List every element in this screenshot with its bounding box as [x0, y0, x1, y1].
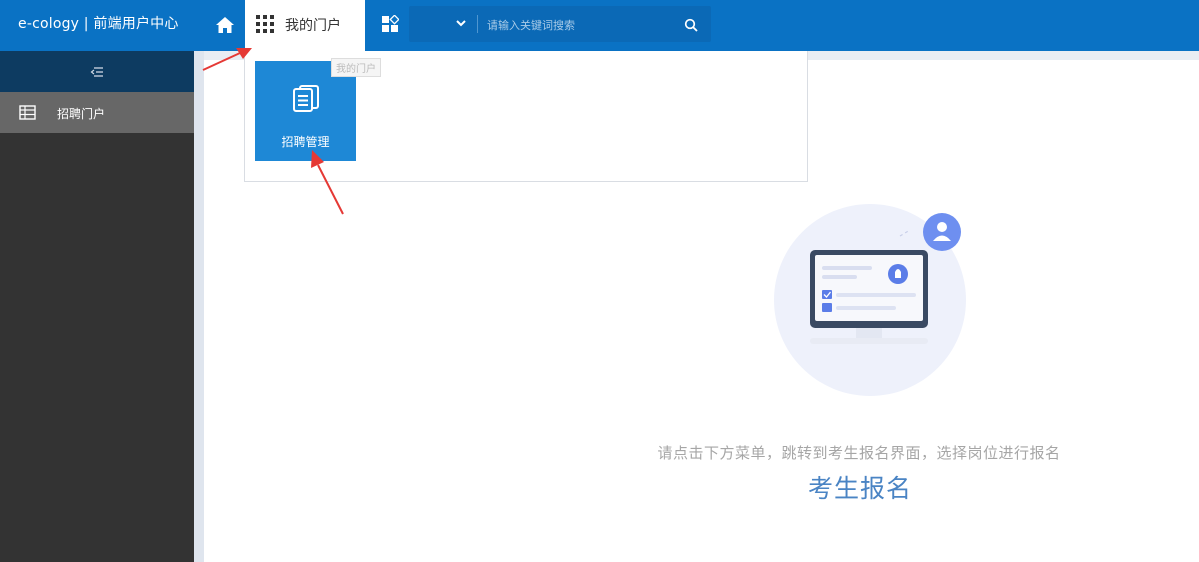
- search-button[interactable]: [681, 15, 701, 35]
- grid-icon: [256, 15, 274, 33]
- home-icon: [216, 17, 234, 33]
- collapse-menu-icon: [90, 66, 103, 77]
- search-input[interactable]: [485, 6, 679, 44]
- apps-button[interactable]: [378, 12, 402, 36]
- apps-icon: [382, 15, 399, 32]
- empty-state-hint: 请点击下方菜单，跳转到考生报名界面，选择岗位进行报名: [657, 444, 1061, 462]
- content-gutter: [194, 51, 204, 562]
- my-portal-tab[interactable]: 我的门户: [245, 0, 365, 51]
- search-bar: [409, 6, 711, 44]
- my-portal-label: 我的门户: [285, 18, 341, 34]
- documents-icon: [293, 85, 319, 112]
- home-button[interactable]: [212, 12, 238, 38]
- search-icon: [684, 18, 698, 32]
- top-bar: e-cology | 前端用户中心 我的门户: [0, 0, 1199, 51]
- tile-label: 招聘管理: [281, 135, 330, 149]
- my-portal-dropdown: 招聘管理 我的门户: [244, 51, 808, 182]
- sidebar: 招聘门户: [0, 51, 194, 562]
- app-title: e-cology | 前端用户中心: [18, 16, 179, 32]
- candidate-registration-link[interactable]: 考生报名: [760, 469, 960, 505]
- sidebar-item-label: 招聘门户: [57, 107, 106, 121]
- search-type-select[interactable]: [409, 6, 477, 42]
- computer-illustration: [774, 204, 966, 396]
- table-icon: [19, 105, 36, 120]
- sidebar-toggle-button[interactable]: [0, 51, 194, 92]
- chevron-down-icon: [456, 20, 466, 27]
- search-divider: [477, 15, 478, 33]
- sidebar-item-recruitment-portal[interactable]: 招聘门户: [0, 92, 194, 133]
- tooltip: 我的门户: [331, 58, 381, 77]
